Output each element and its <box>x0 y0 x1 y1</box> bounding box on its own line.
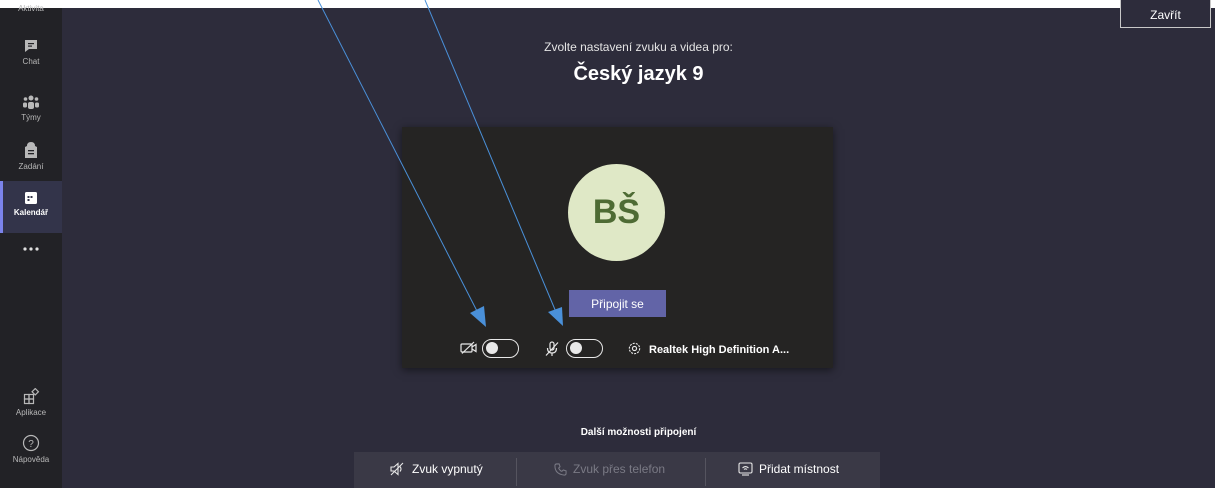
toggle-knob <box>570 342 582 354</box>
sidebar-item-label: Kalendář <box>13 208 49 217</box>
sidebar-item-apps[interactable]: Aplikace <box>0 388 62 424</box>
sidebar-item-label: Aplikace <box>15 408 47 417</box>
camera-toggle[interactable] <box>482 339 519 358</box>
gear-icon[interactable] <box>627 341 642 356</box>
sidebar-item-more[interactable] <box>0 246 62 266</box>
sidebar-item-label: Chat <box>22 57 40 66</box>
sidebar-item-label: Aktivita <box>18 4 44 13</box>
toggle-knob <box>486 342 498 354</box>
phone-audio-option[interactable]: Zvuk přes telefon <box>554 462 665 476</box>
room-icon <box>738 462 753 476</box>
divider <box>705 458 706 486</box>
sidebar-item-teams[interactable]: Týmy <box>0 94 62 132</box>
mic-toggle[interactable] <box>566 339 603 358</box>
divider <box>516 458 517 486</box>
other-join-options: Zvuk vypnutý Zvuk přes telefon Přidat mí… <box>354 452 880 488</box>
mic-off-icon <box>545 341 559 356</box>
sidebar-item-help[interactable]: ? Nápověda <box>0 434 62 474</box>
meeting-prejoin-screen: Zavřít Zvolte nastavení zvuku a videa pr… <box>62 0 1215 488</box>
option-label: Přidat místnost <box>759 462 840 476</box>
sidebar-item-activity[interactable]: Aktivita <box>0 0 62 20</box>
avatar: BŠ <box>568 164 665 261</box>
sidebar-item-label: Zadání <box>18 162 44 171</box>
assignments-icon <box>25 142 37 158</box>
sidebar-item-calendar[interactable]: Kalendář <box>0 181 62 233</box>
sidebar-item-chat[interactable]: Chat <box>0 38 62 76</box>
page-subtitle: Zvolte nastavení zvuku a videa pro: <box>544 40 733 54</box>
calendar-icon <box>25 192 37 204</box>
close-button[interactable]: Zavřít <box>1120 0 1211 28</box>
svg-text:?: ? <box>28 439 34 450</box>
sidebar-item-assignments[interactable]: Zadání <box>0 141 62 181</box>
app-sidebar: Aktivita Chat Týmy Zadání Kalendář Aplik… <box>0 4 62 488</box>
join-button[interactable]: Připojit se <box>569 290 666 317</box>
camera-off-icon <box>460 341 477 354</box>
audio-off-option[interactable]: Zvuk vypnutý <box>390 462 483 476</box>
chat-icon <box>25 40 37 52</box>
other-join-options-heading: Další možnosti připojení <box>580 427 697 438</box>
more-icon <box>23 247 39 251</box>
sidebar-item-label: Nápověda <box>12 455 50 464</box>
page-title: Český jazyk 9 <box>573 63 704 85</box>
teams-icon <box>23 95 39 109</box>
video-preview-panel: BŠ Připojit se Realtek High Definition A… <box>402 127 833 368</box>
apps-icon <box>23 388 39 405</box>
sidebar-item-label: Týmy <box>21 113 41 122</box>
audio-device-selector[interactable]: Realtek High Definition A... <box>649 344 789 356</box>
phone-icon <box>554 462 567 476</box>
add-room-option[interactable]: Přidat místnost <box>738 462 839 476</box>
option-label: Zvuk vypnutý <box>412 462 483 476</box>
option-label: Zvuk přes telefon <box>573 462 666 476</box>
help-icon: ? <box>22 434 40 452</box>
speaker-off-icon <box>390 462 404 476</box>
